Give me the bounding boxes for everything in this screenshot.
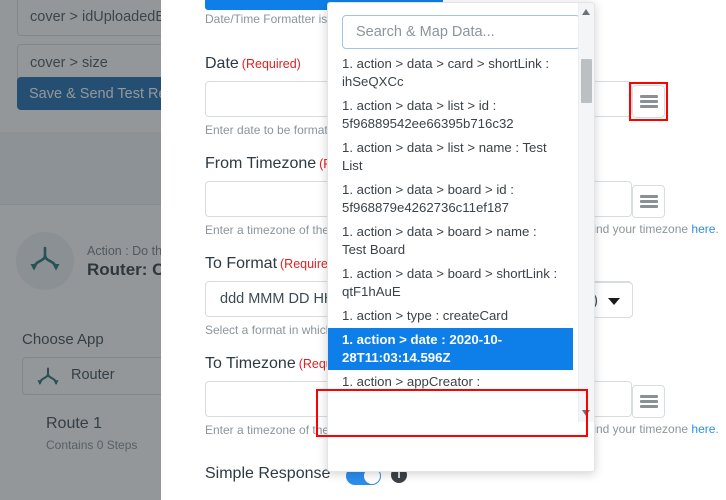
field-from-timezone-label-text: From Timezone [205,155,317,172]
map-data-button-from-timezone[interactable] [632,185,665,218]
router-icon [30,246,60,271]
map-data-item[interactable]: 1. action > appCreator : [328,370,573,394]
map-data-item[interactable]: 1. action > data > card > shortLink : ih… [328,52,573,94]
hamburger-menu-icon-bar [640,100,658,103]
hamburger-menu-icon [640,395,658,398]
route-title: Route 1 [46,415,103,432]
field-to-timezone-label-text: To Timezone [205,355,296,372]
hamburger-menu-icon-bar [640,200,658,203]
hamburger-menu-icon [640,195,658,198]
map-list-scrollbar[interactable] [578,3,594,422]
previous-step-card: cover > idUploadedBy cover > size Save &… [0,0,161,132]
scroll-down-arrow-icon[interactable] [582,410,590,416]
map-data-item[interactable]: 1. action > data > board > shortLink : q… [328,262,573,304]
from-timezone-help-link[interactable]: here [691,222,715,236]
field-to-format-label-text: To Format [205,255,278,272]
scroll-up-arrow-icon[interactable] [582,9,590,15]
form-note: Date/Time Formatter is a... [205,12,348,26]
map-data-item[interactable]: 1. action > data > board > id : 5f968879… [328,178,573,220]
to-timezone-help-period: . [715,422,719,436]
choose-app-select[interactable]: Router [22,357,161,395]
sidebar-gap [0,132,161,204]
action-step-header[interactable]: Action : Do this ... Router: C... [0,204,161,309]
to-timezone-help-link[interactable]: here [691,422,715,436]
hamburger-menu-icon-bar [640,205,658,208]
hamburger-menu-icon-bar [640,105,658,108]
avatar [16,232,74,290]
field-date-required: (Required) [241,57,301,71]
to-timezone-help-suffix-text: find your timezone [590,422,689,436]
map-data-list[interactable]: 1. action > data > card > shortLink : ih… [328,52,573,471]
field-date-label-text: Date [205,55,239,72]
from-timezone-help-suffix: find your timezone here. [590,222,719,236]
save-and-send-test-request-button[interactable]: Save & Send Test Request [17,77,161,110]
workflow-sidebar: cover > idUploadedBy cover > size Save &… [0,0,161,500]
from-timezone-help-period: . [715,222,719,236]
action-kicker: Action : Do this ... [87,244,161,258]
map-data-item[interactable]: 1. action > data > list > name : Test Li… [328,136,573,178]
map-data-item[interactable]: 1. action > data > list > id : 5f9688954… [328,94,573,136]
scrollbar-thumb[interactable] [581,59,592,103]
hamburger-menu-icon [640,95,658,98]
map-data-item[interactable]: 1. action > data > board > name : Test B… [328,220,573,262]
hamburger-menu-icon-bar [640,405,658,408]
from-timezone-help-suffix-text: find your timezone [590,222,689,236]
route-step-count: Contains 0 Steps [46,438,138,452]
app-root: cover > idUploadedBy cover > size Save &… [0,0,726,500]
map-data-button-date[interactable] [632,85,665,118]
action-title: Router: C... [87,260,161,279]
choose-app-label: Choose App [22,331,104,348]
search-map-data-input[interactable] [342,15,580,49]
chosen-app-name: Router [71,367,115,383]
search-and-map-data-panel: 1. action > data > card > shortLink : ih… [327,2,595,472]
router-icon [37,367,59,385]
action-step-body: Choose App Router Route 1 Contains 0 Ste… [0,307,161,500]
map-data-button-to-timezone[interactable] [632,385,665,418]
map-data-item[interactable]: 1. action > type : createCard [328,304,573,328]
to-timezone-help-suffix: find your timezone here. [590,422,719,436]
simple-response-label: Simple Response [205,465,331,482]
chevron-down-icon [608,298,620,305]
hamburger-menu-icon-bar [640,400,658,403]
mapping-pill-id-uploaded-by[interactable]: cover > idUploadedBy [17,0,161,36]
map-data-item-selected[interactable]: 1. action > date : 2020-10-28T11:03:14.5… [328,328,573,370]
